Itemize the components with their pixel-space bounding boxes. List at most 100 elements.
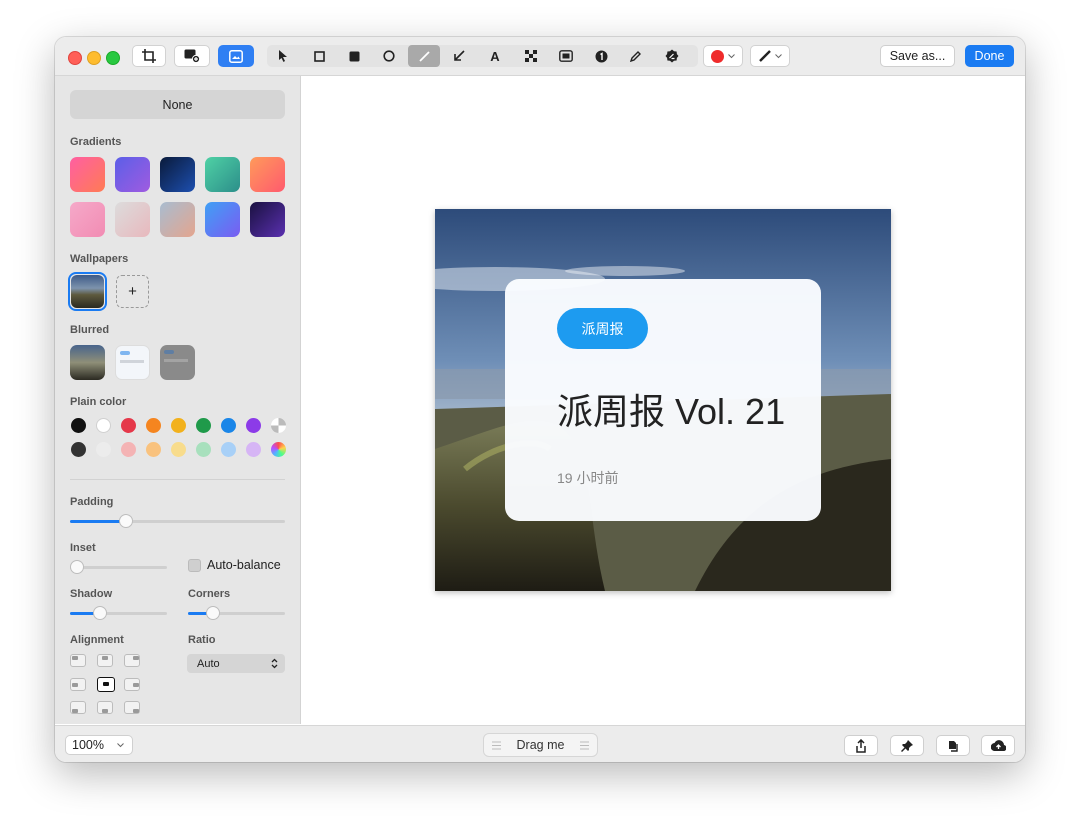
gradient-swatch-1[interactable] (70, 157, 105, 192)
article-timestamp: 19 小时前 (557, 470, 619, 486)
align-bottom-center[interactable] (97, 701, 113, 714)
plus-icon: + (128, 283, 137, 300)
drag-handle[interactable]: Drag me (483, 733, 598, 757)
close-window-button[interactable] (68, 51, 82, 65)
gradient-swatch-10[interactable] (250, 202, 285, 237)
save-as-button[interactable]: Save as... (880, 45, 955, 67)
color-orange[interactable] (146, 418, 161, 433)
crop-button[interactable] (132, 45, 166, 67)
inset-label: Inset (70, 542, 96, 554)
color-light-blue[interactable] (221, 442, 236, 457)
stroke-picker[interactable] (750, 45, 790, 67)
gradient-swatch-5[interactable] (250, 157, 285, 192)
align-bottom-right[interactable] (124, 701, 140, 714)
auto-balance-label: Auto-balance (207, 558, 281, 572)
rectangle-tool[interactable] (307, 45, 331, 67)
smart-erase-tool[interactable] (660, 45, 684, 67)
gradient-swatch-7[interactable] (115, 202, 150, 237)
gradient-swatch-3[interactable] (160, 157, 195, 192)
cloud-upload-icon (990, 740, 1006, 751)
zoom-select[interactable]: 100% (65, 735, 133, 755)
ratio-value: Auto (197, 657, 220, 670)
color-light-green[interactable] (196, 442, 211, 457)
shadow-slider-knob[interactable] (93, 606, 108, 620)
copy-button[interactable] (936, 735, 970, 756)
done-button[interactable]: Done (965, 45, 1014, 67)
color-purple[interactable] (246, 418, 261, 433)
gradient-swatch-8[interactable] (160, 202, 195, 237)
pencil-tool[interactable] (624, 45, 648, 67)
color-picker[interactable] (703, 45, 743, 67)
alignment-label: Alignment (70, 634, 124, 646)
align-top-right[interactable] (124, 654, 140, 667)
align-top-left[interactable] (70, 654, 86, 667)
text-tool[interactable]: A (483, 45, 507, 67)
none-background-button[interactable]: None (70, 90, 285, 119)
color-transparent[interactable] (271, 418, 286, 433)
line-tool[interactable] (408, 45, 440, 67)
color-light-red[interactable] (121, 442, 136, 457)
gradient-swatch-4[interactable] (205, 157, 240, 192)
crop-icon (142, 49, 156, 63)
padding-slider-knob[interactable] (118, 514, 133, 528)
color-white[interactable] (96, 418, 111, 433)
color-black[interactable] (71, 418, 86, 433)
color-picker-wheel[interactable] (271, 442, 286, 457)
color-light-gray[interactable] (96, 442, 111, 457)
gradient-swatch-6[interactable] (70, 202, 105, 237)
share-icon (856, 738, 866, 753)
inset-slider-knob[interactable] (70, 560, 84, 574)
color-light-purple[interactable] (246, 442, 261, 457)
align-middle-right[interactable] (124, 678, 140, 691)
align-middle-left[interactable] (70, 678, 86, 691)
inset-slider[interactable] (70, 560, 167, 574)
color-dark-gray[interactable] (71, 442, 86, 457)
gradient-swatch-9[interactable] (205, 202, 240, 237)
chevron-updown-icon (271, 658, 278, 669)
drag-label: Drag me (516, 738, 565, 752)
auto-balance-checkbox[interactable] (188, 559, 201, 572)
corners-slider[interactable] (188, 606, 285, 620)
minimize-window-button[interactable] (87, 51, 101, 65)
rectangle-filled-icon (349, 51, 359, 61)
color-light-orange[interactable] (146, 442, 161, 457)
pixelate-tool[interactable] (519, 45, 543, 67)
zoom-window-button[interactable] (106, 51, 120, 65)
arrow-pointer-icon (279, 50, 287, 62)
color-yellow[interactable] (171, 418, 186, 433)
add-image-button[interactable] (174, 45, 210, 67)
share-button[interactable] (844, 735, 878, 756)
color-red[interactable] (121, 418, 136, 433)
screenshot-preview[interactable]: 派周报 派周报 Vol. 21 19 小时前 (435, 209, 891, 591)
color-light-yellow[interactable] (171, 442, 186, 457)
blurred-swatch-1[interactable] (70, 345, 105, 380)
gradient-swatch-2[interactable] (115, 157, 150, 192)
corners-slider-knob[interactable] (206, 606, 221, 620)
filled-rectangle-tool[interactable] (342, 45, 366, 67)
add-image-icon (184, 49, 200, 63)
counter-tool[interactable] (589, 45, 613, 67)
arrow-tool[interactable] (447, 45, 471, 67)
wallpaper-swatch-1[interactable] (71, 275, 104, 308)
background-button[interactable] (218, 45, 254, 67)
color-green[interactable] (196, 418, 211, 433)
blurred-swatch-2[interactable] (115, 345, 150, 380)
blurred-swatch-3[interactable] (160, 345, 195, 380)
ratio-select[interactable]: Auto (187, 654, 285, 673)
padding-slider[interactable] (70, 514, 285, 528)
align-top-center[interactable] (97, 654, 113, 667)
highlight-tool[interactable] (554, 45, 578, 67)
select-tool[interactable] (271, 45, 295, 67)
shadow-slider[interactable] (70, 606, 167, 620)
background-sidebar: None Gradients Wallpapers + Blurred Plai… (55, 76, 301, 724)
add-wallpaper-button[interactable]: + (116, 275, 149, 308)
align-bottom-left[interactable] (70, 701, 86, 714)
pin-button[interactable] (890, 735, 924, 756)
upload-cloud-button[interactable] (981, 735, 1015, 756)
ellipse-tool[interactable] (377, 45, 401, 67)
align-center[interactable] (97, 677, 115, 692)
blurred-heading: Blurred (70, 324, 110, 336)
color-blue[interactable] (221, 418, 236, 433)
shadow-label: Shadow (70, 588, 113, 600)
chevron-down-icon (774, 53, 782, 58)
